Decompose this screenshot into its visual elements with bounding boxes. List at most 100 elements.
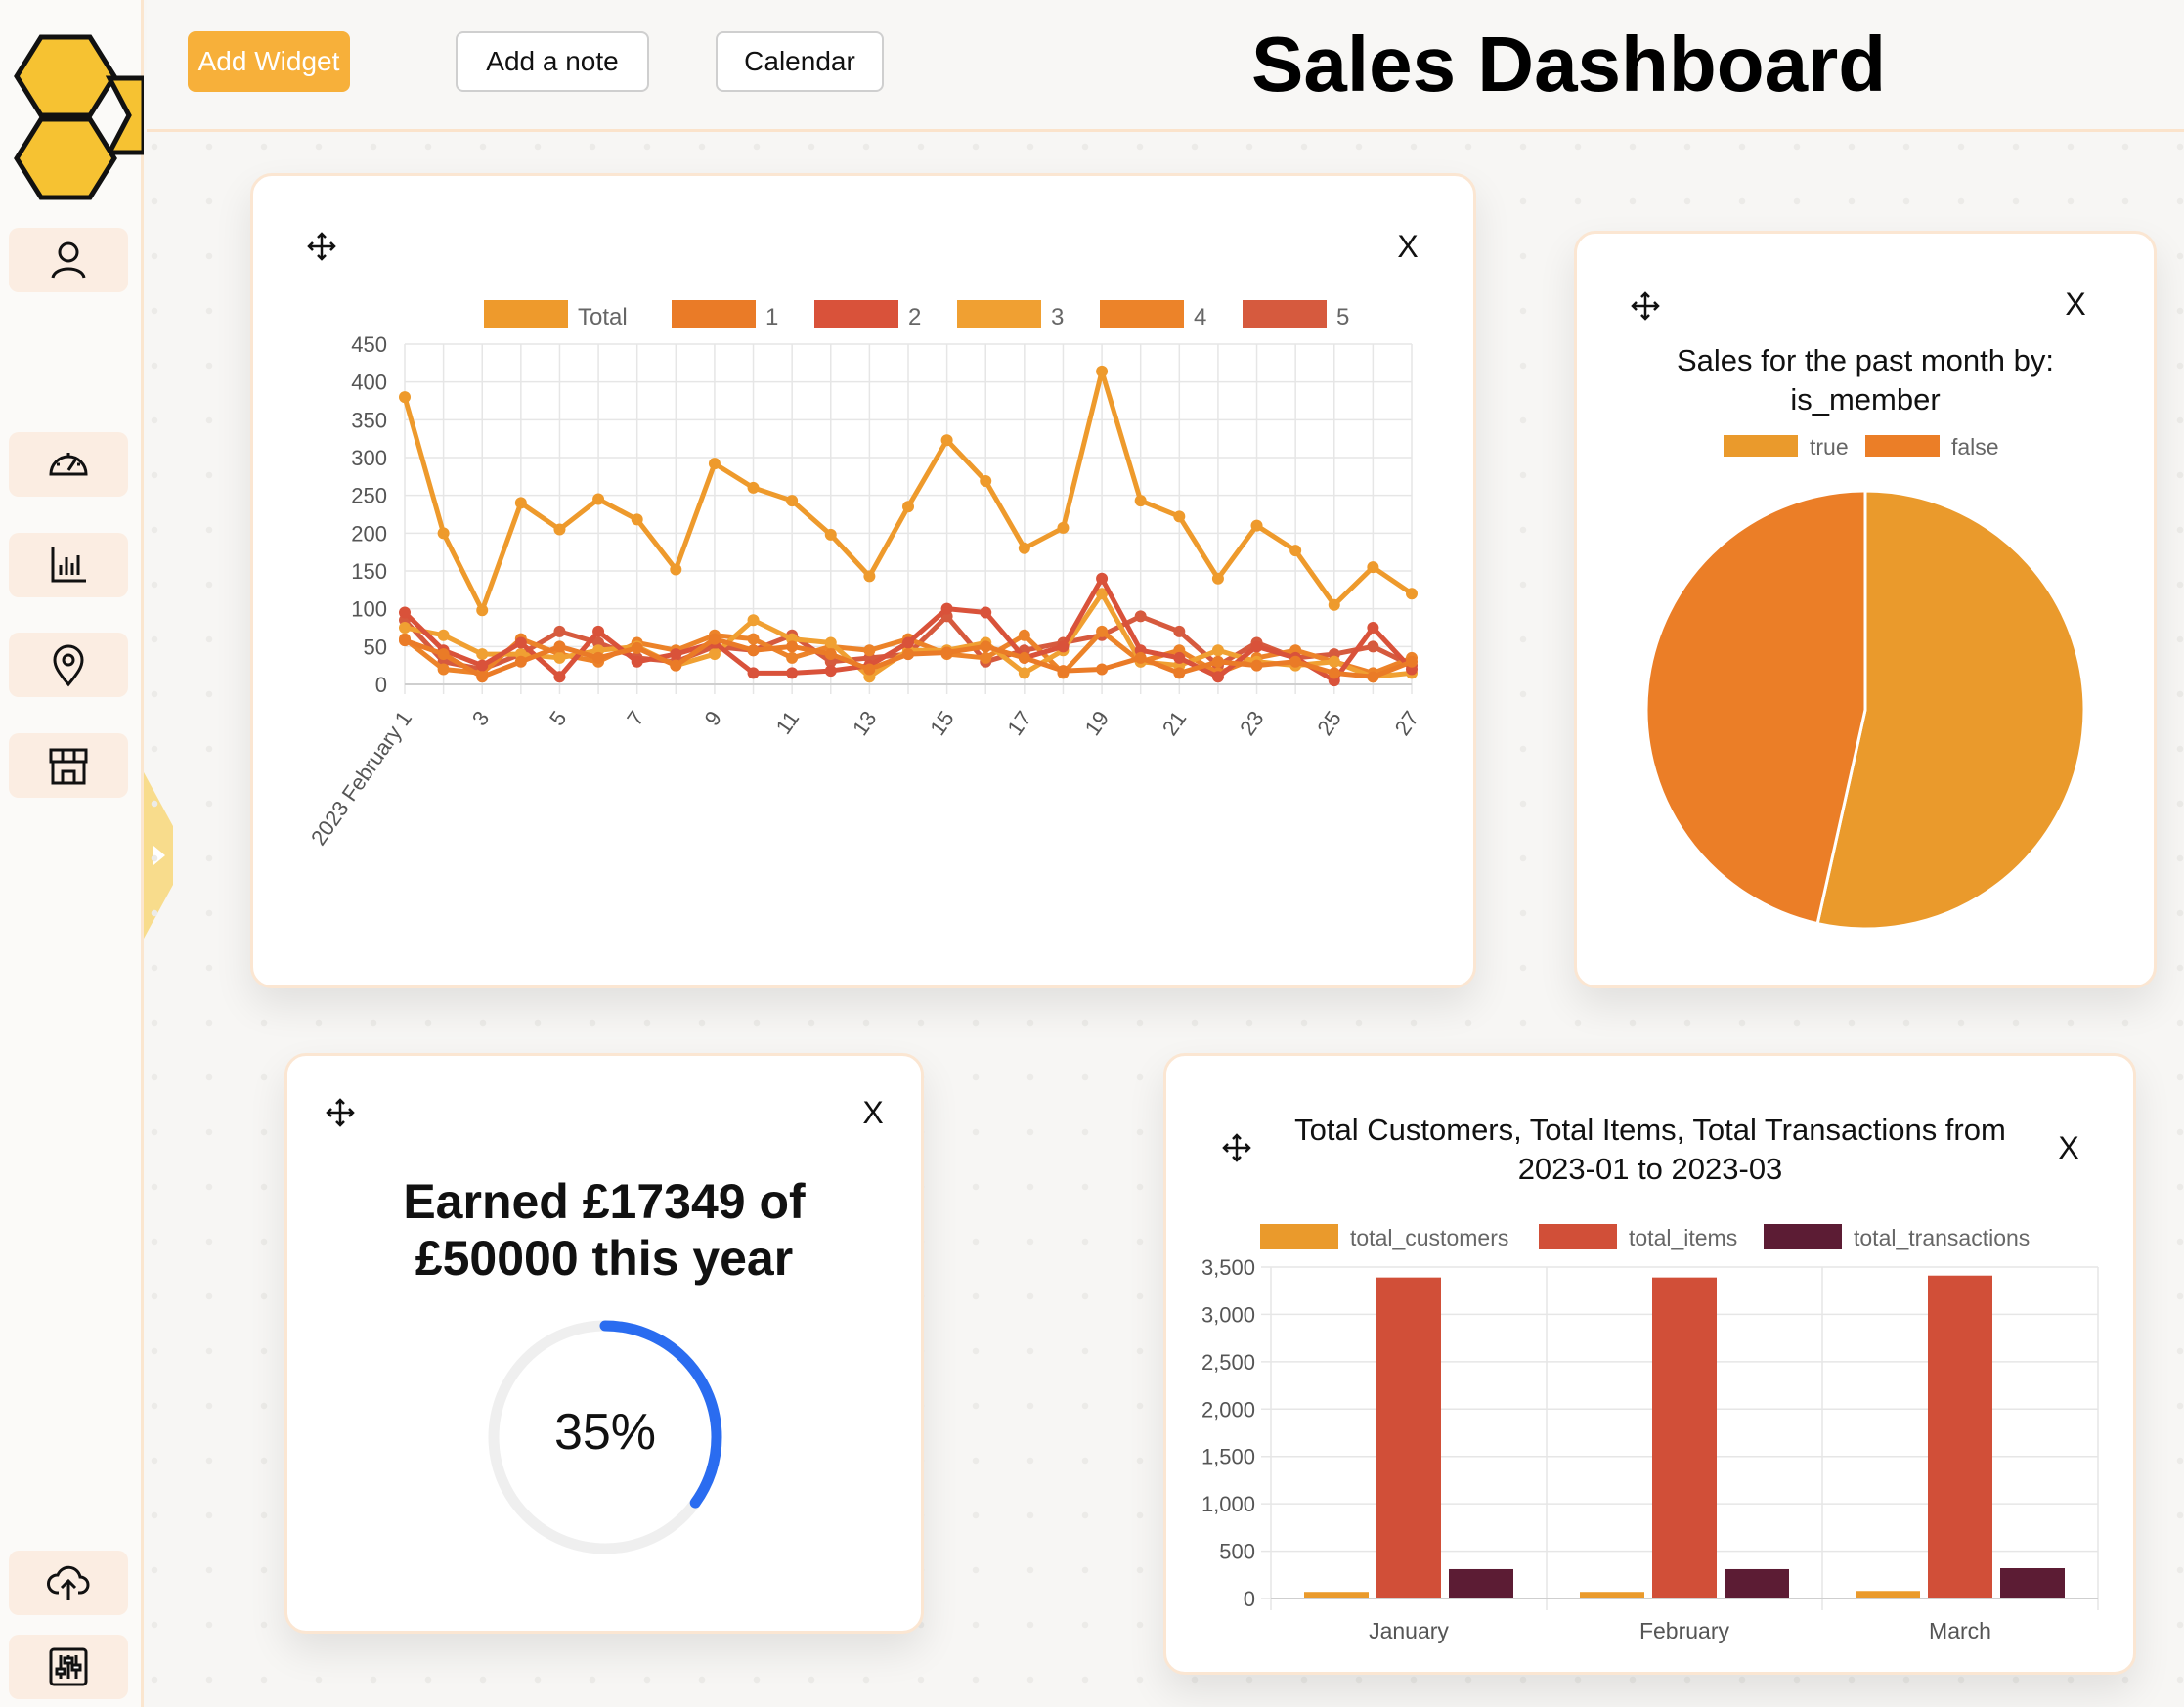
data-point-5 bbox=[1173, 625, 1186, 637]
data-point-4 bbox=[1096, 625, 1109, 637]
data-point-Total bbox=[1057, 521, 1070, 534]
move-drag-icon[interactable] bbox=[325, 1097, 356, 1128]
data-point-2 bbox=[824, 665, 837, 678]
data-point-2 bbox=[476, 659, 489, 672]
legend-swatch-5 bbox=[1243, 300, 1327, 328]
data-point-Total bbox=[1406, 588, 1418, 600]
data-point-Total bbox=[1289, 545, 1302, 557]
data-point-2 bbox=[747, 667, 760, 679]
legend-label-1: 1 bbox=[765, 304, 778, 330]
x-tick-label: 21 bbox=[1158, 707, 1192, 740]
data-point-2 bbox=[670, 648, 682, 661]
close-icon[interactable]: X bbox=[857, 1097, 889, 1128]
earnings-line-2: £50000 this year bbox=[415, 1231, 794, 1286]
data-point-1 bbox=[1096, 663, 1109, 676]
data-point-Total bbox=[902, 501, 914, 513]
sidebar-item-store[interactable] bbox=[9, 733, 128, 798]
bar-total_transactions bbox=[1725, 1568, 1789, 1598]
data-point-1 bbox=[1250, 659, 1263, 672]
legend-label-3: 3 bbox=[1051, 304, 1064, 330]
y-tick-label: 2,500 bbox=[1201, 1350, 1255, 1375]
earnings-progress-widget[interactable]: X Earned £17349 of £50000 this year 35% bbox=[284, 1053, 924, 1634]
data-point-Total bbox=[1134, 495, 1147, 507]
data-point-2 bbox=[592, 625, 605, 637]
bar-chart: total_customers total_items total_transact… bbox=[1201, 1224, 2099, 1643]
data-point-1 bbox=[1367, 671, 1379, 683]
data-point-1 bbox=[1406, 655, 1418, 668]
data-point-2 bbox=[1211, 671, 1224, 683]
data-point-3 bbox=[1018, 667, 1030, 679]
calendar-button[interactable]: Calendar bbox=[716, 31, 884, 92]
quarterly-totals-bar-widget[interactable]: X Total Customers, Total Items, Total Tr… bbox=[1163, 1053, 2136, 1675]
legend-swatch-total_transactions bbox=[1764, 1224, 1842, 1249]
data-point-5 bbox=[1134, 610, 1147, 623]
data-point-4 bbox=[863, 644, 876, 657]
add-note-button[interactable]: Add a note bbox=[456, 31, 649, 92]
data-point-2 bbox=[399, 606, 411, 619]
data-point-1 bbox=[708, 633, 721, 645]
y-tick-label: 3,000 bbox=[1201, 1302, 1255, 1327]
dashboard-gauge-icon bbox=[49, 453, 88, 476]
bar-total_items bbox=[1376, 1277, 1441, 1598]
earnings-line-1: Earned £17349 of bbox=[403, 1174, 806, 1229]
data-point-Total bbox=[1250, 519, 1263, 532]
data-point-1 bbox=[631, 641, 643, 654]
pie-slice-false bbox=[1644, 489, 1867, 926]
data-point-1 bbox=[747, 644, 760, 657]
data-point-5 bbox=[1367, 640, 1379, 653]
x-tick-label: January bbox=[1369, 1618, 1449, 1643]
y-tick-label: 250 bbox=[351, 484, 387, 508]
member-sales-pie-widget[interactable]: X Sales for the past month by: is_member… bbox=[1574, 231, 2157, 988]
legend-swatch-4 bbox=[1100, 300, 1184, 328]
add-widget-button[interactable]: Add Widget bbox=[188, 31, 350, 92]
data-point-1 bbox=[863, 663, 876, 676]
bar-chart-icon bbox=[51, 547, 86, 583]
data-point-3 bbox=[553, 651, 566, 664]
sidebar-item-dashboard[interactable] bbox=[9, 432, 128, 497]
data-point-2 bbox=[553, 671, 566, 683]
data-point-Total bbox=[1367, 561, 1379, 574]
data-point-Total bbox=[824, 528, 837, 541]
legend-label-total_items: total_items bbox=[1629, 1225, 1737, 1250]
x-tick-label: 25 bbox=[1312, 707, 1346, 740]
bar-total_customers bbox=[1304, 1592, 1369, 1598]
x-tick-label: 17 bbox=[1002, 707, 1036, 740]
data-point-3 bbox=[708, 648, 721, 661]
bar-total_customers bbox=[1580, 1592, 1644, 1598]
legend-swatch-total_customers bbox=[1260, 1224, 1338, 1249]
sidebar-item-profile[interactable] bbox=[9, 228, 128, 292]
data-point-3 bbox=[747, 614, 760, 627]
data-point-2 bbox=[631, 655, 643, 668]
sidebar-item-locations[interactable] bbox=[9, 633, 128, 697]
sidebar-item-analytics[interactable] bbox=[9, 533, 128, 597]
legend-label-total_customers: total_customers bbox=[1350, 1225, 1508, 1250]
progress-percent: 35% bbox=[553, 1404, 657, 1461]
data-point-Total bbox=[592, 493, 605, 505]
y-tick-label: 50 bbox=[364, 635, 387, 659]
data-point-2 bbox=[1096, 572, 1109, 585]
legend-label-2: 2 bbox=[908, 304, 921, 330]
x-tick-label: 9 bbox=[700, 707, 727, 730]
data-point-3 bbox=[824, 636, 837, 649]
top-toolbar: Add Widget Add a note Calendar Sales Das… bbox=[147, 0, 2184, 132]
data-point-Total bbox=[514, 497, 527, 509]
data-point-3 bbox=[1211, 644, 1224, 657]
y-tick-label: 500 bbox=[1219, 1540, 1255, 1564]
sidebar-item-settings[interactable] bbox=[9, 1635, 128, 1699]
data-point-2 bbox=[902, 636, 914, 649]
x-tick-label: 7 bbox=[622, 707, 649, 730]
y-tick-label: 0 bbox=[375, 673, 387, 697]
daily-sales-line-widget[interactable]: X Total 1 2 3 4 5 0 50 100 150 200 250 300 350 400 450 2… bbox=[250, 173, 1476, 988]
data-point-Total bbox=[399, 391, 411, 404]
data-point-Total bbox=[940, 434, 953, 447]
data-point-1 bbox=[399, 635, 411, 647]
data-point-4 bbox=[1018, 629, 1030, 641]
legend-label-5: 5 bbox=[1336, 304, 1349, 330]
data-point-2 bbox=[1367, 622, 1379, 634]
data-point-2 bbox=[786, 667, 799, 679]
x-tick-label: 23 bbox=[1235, 707, 1269, 740]
sidebar-item-upload[interactable] bbox=[9, 1551, 128, 1615]
bar-total_items bbox=[1928, 1275, 1992, 1598]
data-point-Total bbox=[980, 474, 992, 487]
data-point-1 bbox=[1057, 665, 1070, 678]
